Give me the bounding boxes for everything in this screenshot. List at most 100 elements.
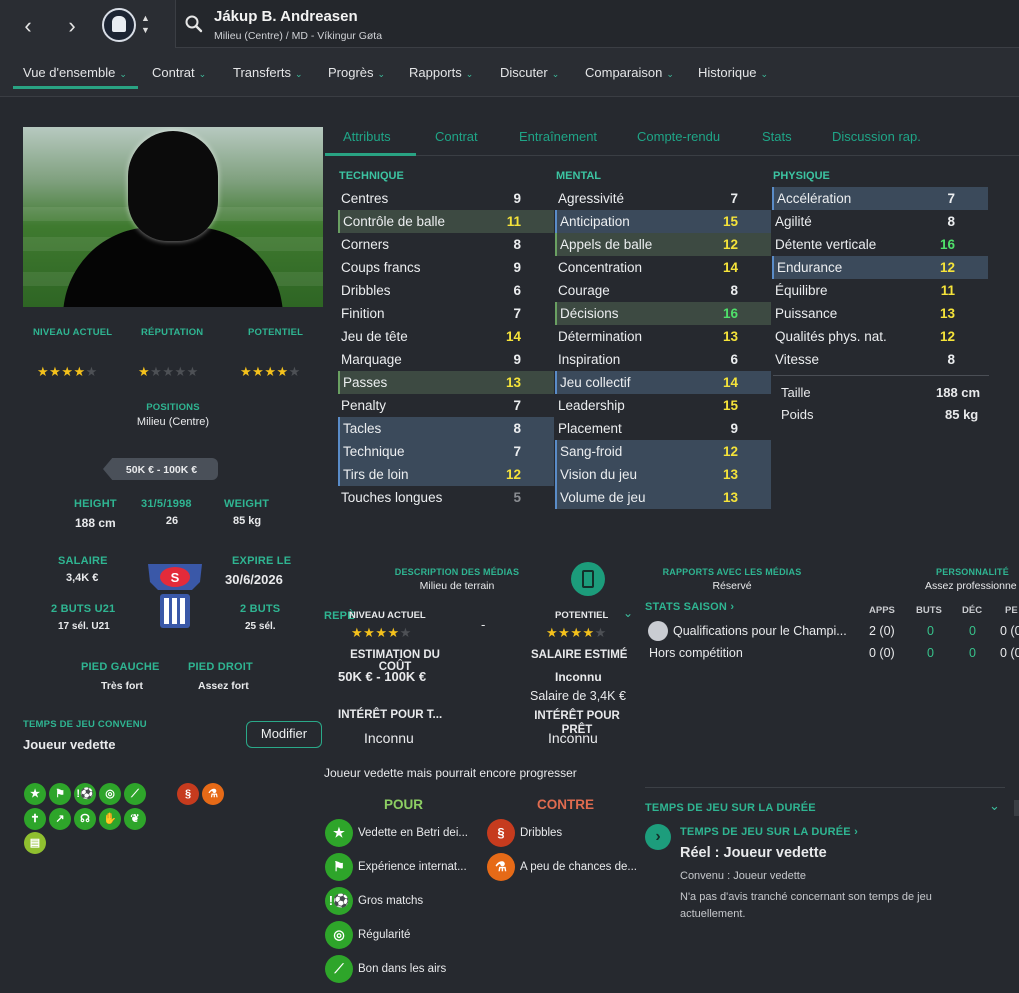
attribute-row[interactable]: Coups francs 9 [338, 256, 554, 279]
target-icon[interactable]: ◎ [99, 783, 121, 805]
attribute-row[interactable]: Courage 8 [555, 279, 771, 302]
flask-icon[interactable]: ⚗ [202, 783, 224, 805]
tab-progress[interactable]: Progrès ⌄ [328, 65, 385, 80]
report-chevron-icon[interactable]: ⌄ [623, 606, 633, 620]
attribute-row[interactable]: Décisions 16 [555, 302, 771, 325]
media-icon [571, 562, 605, 596]
attribute-row[interactable]: Tirs de loin 12 [338, 463, 554, 486]
attribute-name: Volume de jeu [560, 490, 646, 505]
tab-reports[interactable]: Rapports ⌄ [409, 65, 473, 80]
bandage-icon[interactable]: ⟋ [124, 783, 146, 805]
flag-icon[interactable]: ⚑ [49, 783, 71, 805]
scrollbar[interactable] [1014, 800, 1019, 816]
chevron-down-icon: ⌄ [760, 69, 769, 79]
attribute-value: 12 [939, 329, 955, 344]
attribute-row[interactable]: Agressivité 7 [555, 187, 771, 210]
attribute-row[interactable]: Détente verticale 16 [772, 233, 988, 256]
brain-icon[interactable]: ☊ [74, 808, 96, 830]
attribute-row[interactable]: Penalty 7 [338, 394, 554, 417]
flag-icon: ⚑ [325, 853, 353, 881]
attribute-row[interactable]: Qualités phys. nat. 12 [772, 325, 988, 348]
dribble-icon[interactable]: § [177, 783, 199, 805]
attribute-value: 5 [513, 490, 521, 505]
attribute-row[interactable]: Appels de balle 12 [555, 233, 771, 256]
attribute-row[interactable]: Sang-froid 12 [555, 440, 771, 463]
arrow-right-icon[interactable]: › [645, 824, 671, 850]
document-icon[interactable]: ▤ [24, 832, 46, 854]
star-icon: ★ [325, 819, 353, 847]
attribute-value: 13 [722, 329, 738, 344]
tools-icon[interactable]: ✝ [24, 808, 46, 830]
attribute-row[interactable]: Corners 8 [338, 233, 554, 256]
player-subtitle: Milieu (Centre) / MD - Víkingur Gøta [214, 30, 383, 42]
playing-time-subheader[interactable]: TEMPS DE JEU SUR LA DURÉE › [680, 826, 858, 838]
attribute-row[interactable]: Accélération 7 [772, 187, 988, 210]
star-empty-icon: ★ [174, 364, 187, 379]
leaf-icon[interactable]: ❦ [124, 808, 146, 830]
subtab-attributs[interactable]: Attributs [343, 129, 391, 144]
attribute-row[interactable]: Détermination 13 [555, 325, 771, 348]
subtab-entrainement[interactable]: Entraînement [519, 129, 597, 144]
attribute-row[interactable]: Endurance 12 [772, 256, 988, 279]
attribute-row[interactable]: Puissance 13 [772, 302, 988, 325]
attribute-row[interactable]: Finition 7 [338, 302, 554, 325]
attribute-row[interactable]: Tacles 8 [338, 417, 554, 440]
star-filled-icon: ★ [351, 625, 364, 640]
tab-discuss[interactable]: Discuter ⌄ [500, 65, 559, 80]
attribute-row[interactable]: Vision du jeu 13 [555, 463, 771, 486]
attribute-row[interactable]: Jeu de tête 14 [338, 325, 554, 348]
chevron-left-icon[interactable]: ‹ [13, 12, 43, 40]
attribute-row[interactable]: Leadership 15 [555, 394, 771, 417]
attribute-row[interactable]: Placement 9 [555, 417, 771, 440]
attribute-row[interactable]: Dribbles 6 [338, 279, 554, 302]
tab-label: Contrat [152, 65, 195, 80]
stats-saison-title[interactable]: STATS SAISON › [645, 601, 734, 613]
stats-row-dec: 0 [969, 646, 976, 660]
tab-history[interactable]: Historique ⌄ [698, 65, 768, 80]
attribute-row[interactable]: Jeu collectif 14 [555, 371, 771, 394]
chevron-right-icon[interactable]: › [57, 12, 87, 40]
club-badge[interactable] [102, 8, 136, 42]
tab-transfers[interactable]: Transferts ⌄ [233, 65, 303, 80]
attribute-row[interactable]: Volume de jeu 13 [555, 486, 771, 509]
handshake-icon[interactable]: ✋ [99, 808, 121, 830]
modifier-button[interactable]: Modifier [246, 721, 322, 748]
player-name: Jákup B. Andreasen [214, 8, 358, 25]
star-icon[interactable]: ★ [24, 783, 46, 805]
tab-contract[interactable]: Contrat ⌄ [152, 65, 206, 80]
growth-icon[interactable]: ↗ [49, 808, 71, 830]
stats-row-comp[interactable]: Qualifications pour le Champi... [673, 624, 847, 638]
attribute-row[interactable]: Équilibre 11 [772, 279, 988, 302]
attribute-value: 8 [947, 214, 955, 229]
buts-value: 25 sél. [245, 621, 276, 632]
attribute-row[interactable]: Centres 9 [338, 187, 554, 210]
technique-header: TECHNIQUE [339, 170, 404, 182]
dribble-icon: § [487, 819, 515, 847]
subtab-discussion[interactable]: Discussion rap. [832, 129, 921, 144]
attribute-row[interactable]: Touches longues 5 [338, 486, 554, 509]
stats-row-comp[interactable]: Hors compétition [649, 646, 743, 660]
attribute-row[interactable]: Inspiration 6 [555, 348, 771, 371]
attribute-row[interactable]: Anticipation 15 [555, 210, 771, 233]
attribute-row[interactable]: Passes 13 [338, 371, 554, 394]
attribute-row[interactable]: Contrôle de balle 11 [338, 210, 554, 233]
ball-exclaim-icon[interactable]: !⚽ [74, 783, 96, 805]
subtab-contrat[interactable]: Contrat [435, 129, 478, 144]
attribute-row[interactable]: Marquage 9 [338, 348, 554, 371]
divider [645, 787, 1005, 788]
up-down-arrows-icon[interactable]: ▲ ▼ [141, 12, 150, 36]
tab-comparison[interactable]: Comparaison ⌄ [585, 65, 674, 80]
attribute-row[interactable]: Concentration 14 [555, 256, 771, 279]
attribute-row[interactable]: Agilité 8 [772, 210, 988, 233]
tab-overview[interactable]: Vue d'ensemble ⌄ [23, 65, 127, 80]
subtab-compte-rendu[interactable]: Compte-rendu [637, 129, 720, 144]
tab-label: Historique [698, 65, 757, 80]
attribute-value: 9 [513, 260, 521, 275]
search-icon[interactable] [184, 14, 204, 34]
salaire-estime-detail: Salaire de 3,4K € [530, 689, 626, 703]
subtab-stats[interactable]: Stats [762, 129, 792, 144]
attribute-row[interactable]: Technique 7 [338, 440, 554, 463]
tab-label: Vue d'ensemble [23, 65, 116, 80]
chevron-down-icon[interactable]: ⌄ [989, 798, 1000, 814]
attribute-row[interactable]: Vitesse 8 [772, 348, 988, 371]
